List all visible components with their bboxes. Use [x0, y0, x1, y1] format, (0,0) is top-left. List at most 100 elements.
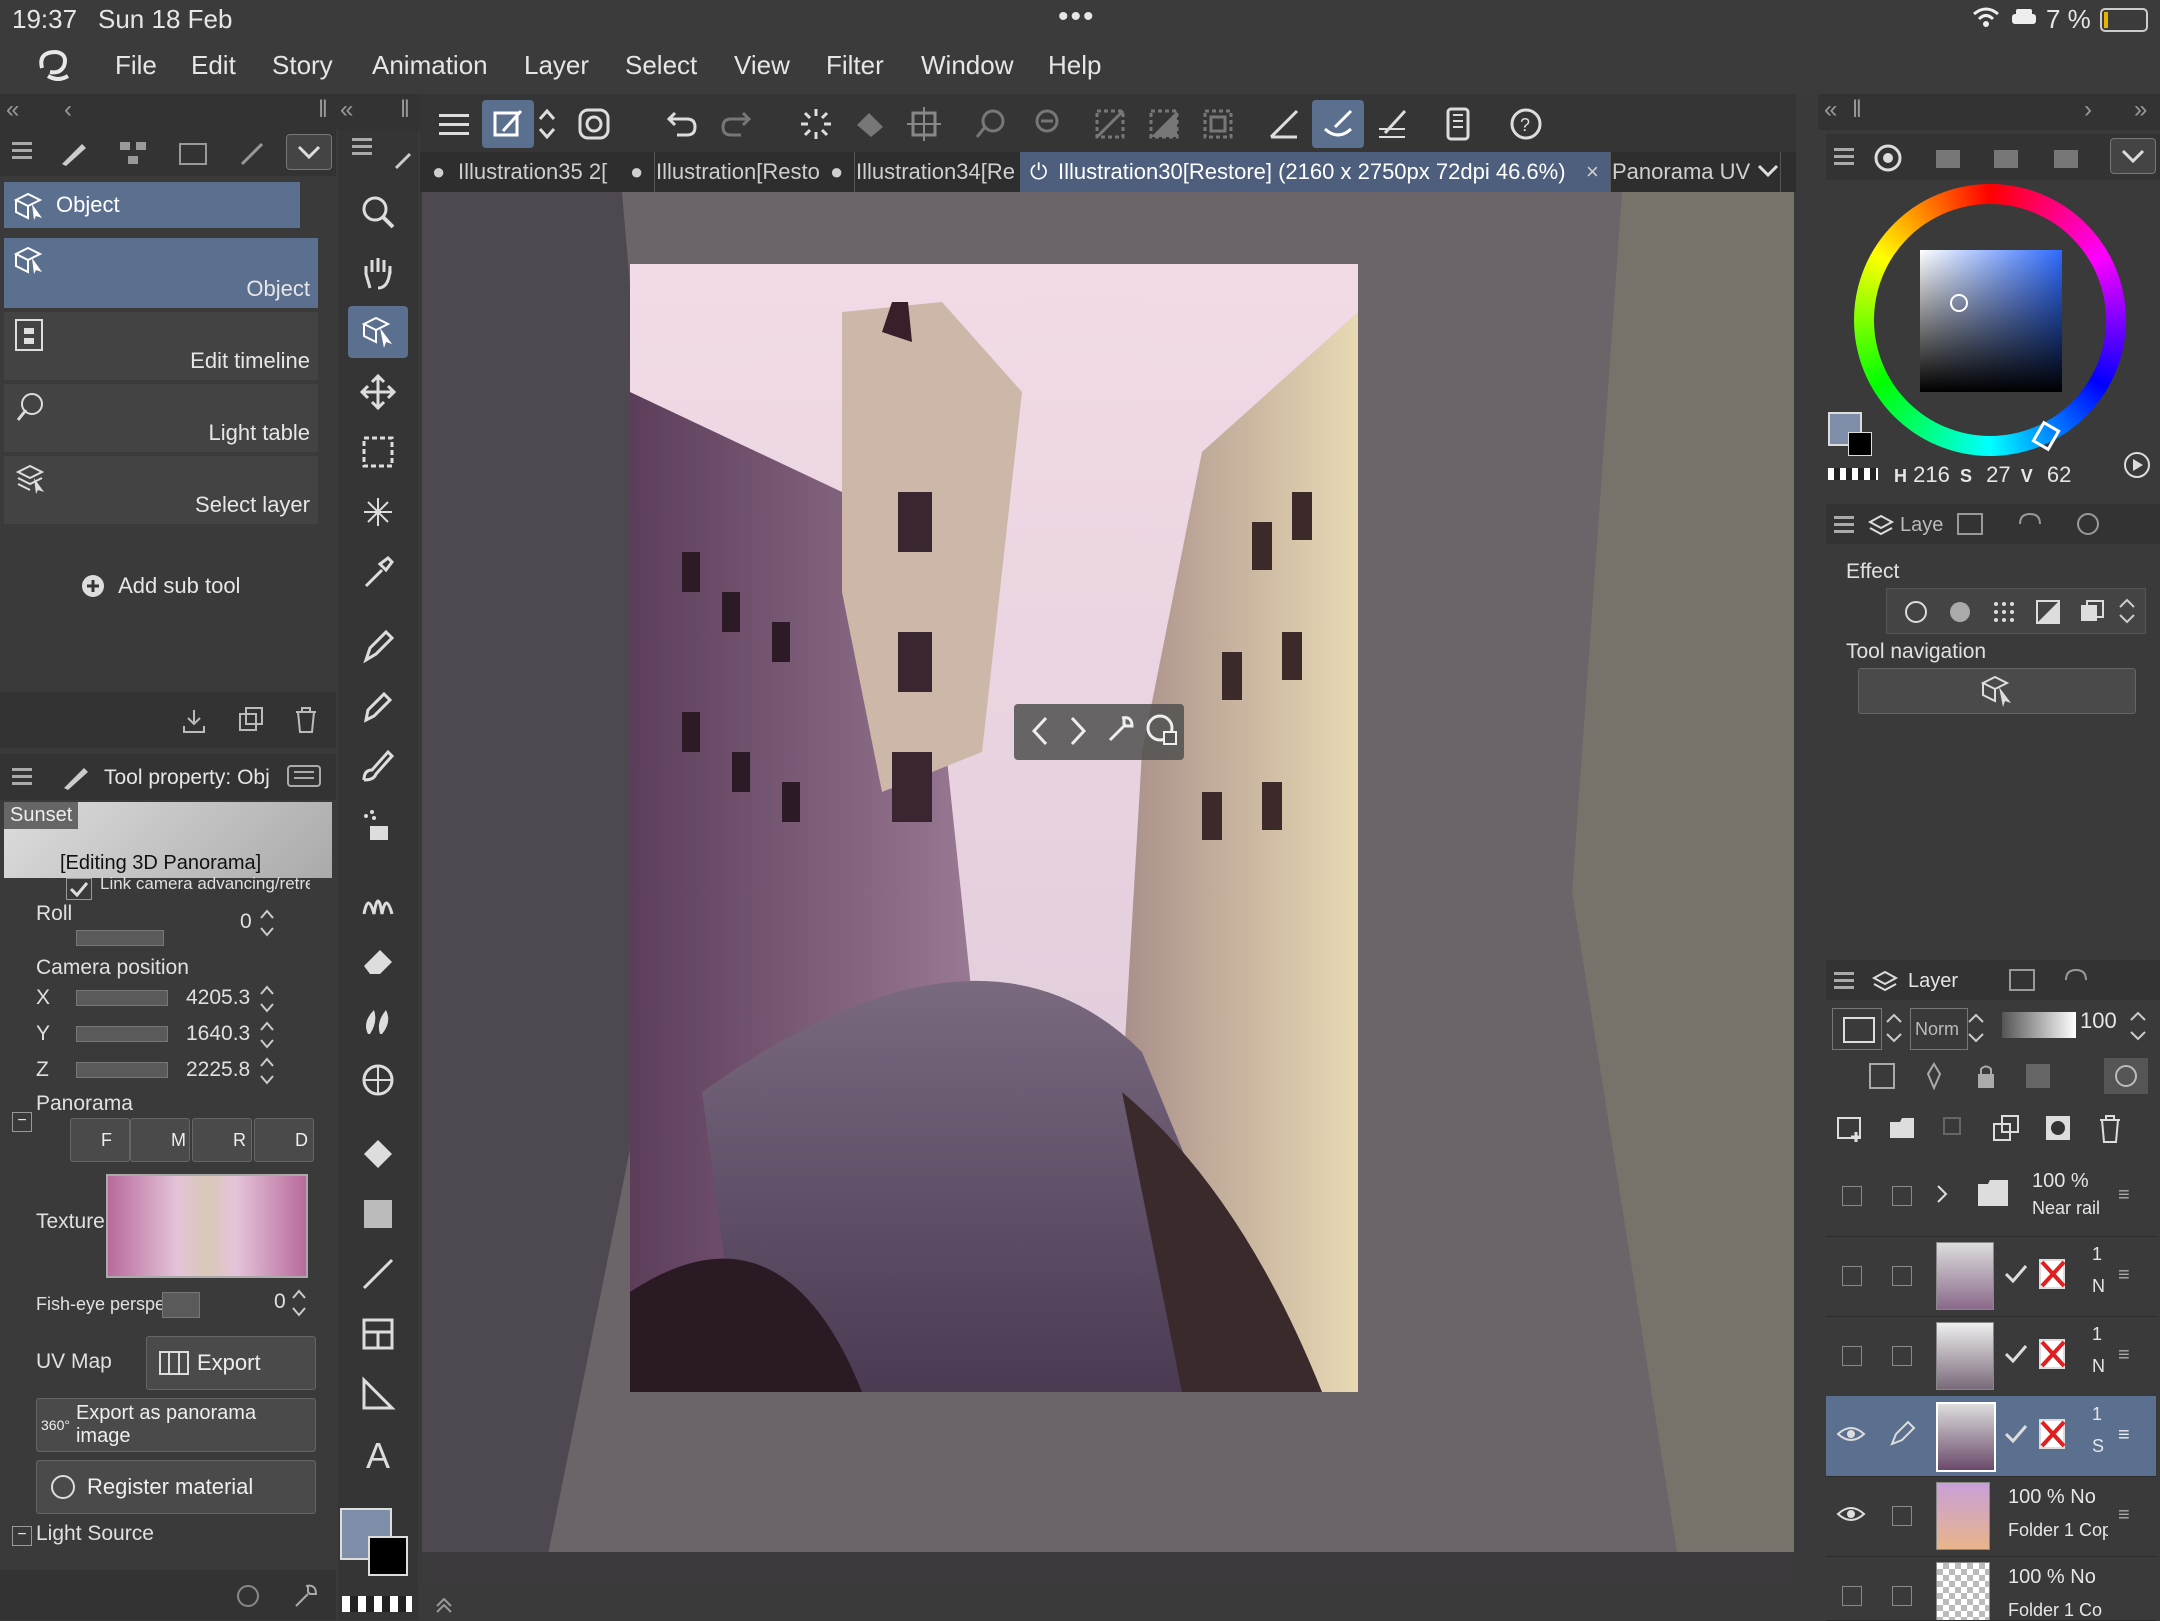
- drag-handle-icon[interactable]: ≡: [2118, 1504, 2130, 1527]
- blend-mode-select[interactable]: Norm: [1910, 1008, 1968, 1050]
- subtool-item-select-layer[interactable]: Select layer: [4, 456, 318, 524]
- color-set-tab-icon[interactable]: [1992, 144, 2020, 172]
- menu-file[interactable]: File: [115, 50, 157, 81]
- menu-filter[interactable]: Filter: [826, 50, 884, 81]
- next-arrow-icon[interactable]: [1066, 714, 1090, 748]
- canvas-area[interactable]: [422, 192, 1794, 1584]
- multitask-dots-icon[interactable]: •••: [1058, 0, 1096, 34]
- layer-tab-icon[interactable]: [1870, 966, 1900, 996]
- z-value[interactable]: 2225.8: [186, 1058, 250, 1082]
- clip-studio-icon[interactable]: [568, 100, 620, 148]
- edit-target-toggle[interactable]: [1892, 1186, 1912, 1206]
- selection-tool-icon[interactable]: [348, 426, 408, 478]
- menu-view[interactable]: View: [734, 50, 790, 81]
- fill-tool-icon[interactable]: [348, 1128, 408, 1180]
- chevron-right-icon[interactable]: ›: [2084, 96, 2092, 124]
- visibility-toggle[interactable]: [1842, 1346, 1862, 1366]
- layer-color-toggle[interactable]: [1832, 1008, 1882, 1050]
- pen-edit-icon[interactable]: [1888, 1420, 1916, 1448]
- panorama-front-button[interactable]: F: [70, 1118, 130, 1162]
- sub-color-chip[interactable]: [1848, 432, 1872, 456]
- folder-tab-icon[interactable]: [178, 138, 208, 168]
- clipping-icon[interactable]: [1868, 1062, 1896, 1090]
- layer-tab-label[interactable]: Layer: [1908, 970, 1958, 993]
- history-tab-icon[interactable]: [2016, 512, 2044, 536]
- expand-up-icon[interactable]: [434, 1594, 454, 1614]
- layer-stack-icon[interactable]: [2079, 599, 2105, 625]
- selection-border-icon[interactable]: [1192, 100, 1244, 148]
- stepper-icon[interactable]: [290, 1286, 308, 1320]
- brush-tab-icon[interactable]: [238, 138, 268, 168]
- drag-handle-icon[interactable]: ≡: [2118, 1424, 2130, 1447]
- move-tool-icon[interactable]: [348, 366, 408, 418]
- updown-chevron-icon[interactable]: [532, 100, 562, 148]
- eye-icon[interactable]: [1836, 1422, 1866, 1446]
- menu-help[interactable]: Help: [1048, 50, 1101, 81]
- duplicate-icon[interactable]: [236, 706, 264, 734]
- roll-value[interactable]: 0: [240, 910, 252, 934]
- transfer-down-icon[interactable]: [1940, 1114, 1970, 1144]
- expand-right-icon[interactable]: »: [2134, 96, 2147, 124]
- visibility-toggle[interactable]: [1842, 1186, 1862, 1206]
- pen-tool-icon[interactable]: [348, 620, 408, 672]
- auto-action-tab-icon[interactable]: [2062, 968, 2090, 992]
- lock-icon[interactable]: [1972, 1062, 2000, 1090]
- transform-icon[interactable]: [898, 100, 950, 148]
- brush-tool-icon[interactable]: [348, 740, 408, 792]
- menu-layer[interactable]: Layer: [524, 50, 589, 81]
- folder-expand-chevron-icon[interactable]: [1934, 1182, 1950, 1206]
- layer-color-icon[interactable]: [2035, 599, 2061, 625]
- chevron-left-icon[interactable]: ‹: [64, 96, 72, 124]
- updown-chevron-icon[interactable]: [1966, 1008, 1986, 1048]
- border-effect-icon[interactable]: [1903, 599, 1929, 625]
- animation-tab-icon[interactable]: [1956, 512, 1984, 536]
- lasso-2-icon[interactable]: [1018, 100, 1070, 148]
- fisheye-slider[interactable]: [162, 1292, 200, 1318]
- collapse-left-icon[interactable]: «: [6, 96, 19, 124]
- layer-row-folder[interactable]: 100 % Near rail ≡: [1826, 1156, 2156, 1237]
- figure-tool-icon[interactable]: [348, 1054, 408, 1106]
- gradient-tool-icon[interactable]: [348, 1188, 408, 1240]
- layer-row-3d-selected[interactable]: 1 S ≡: [1826, 1396, 2156, 1477]
- stepper-icon[interactable]: [258, 982, 276, 1016]
- panel-menu-icon[interactable]: [1834, 514, 1854, 534]
- link-camera-checkbox[interactable]: [66, 878, 92, 900]
- extract-line-icon[interactable]: [1947, 599, 1973, 625]
- color-wheel-tab-icon[interactable]: [1874, 144, 1902, 172]
- tool-navigation-object-button[interactable]: [1858, 668, 2136, 714]
- hierarchy-tab-icon[interactable]: [118, 138, 148, 168]
- select-none-icon[interactable]: [1084, 100, 1136, 148]
- info-tab-icon[interactable]: [2074, 512, 2102, 536]
- roll-slider[interactable]: [76, 930, 164, 946]
- tab-illustration30-active[interactable]: ⏻ Illustration30[Restore] (2160 x 2750px …: [1020, 152, 1611, 192]
- frame-tool-icon[interactable]: [348, 1308, 408, 1360]
- updown-chevron-icon[interactable]: [2117, 595, 2137, 627]
- drag-handle-icon[interactable]: ‖: [1852, 96, 1862, 124]
- y-value[interactable]: 1640.3: [186, 1022, 250, 1046]
- color-dropdown-chevron-icon[interactable]: [2110, 138, 2156, 174]
- previous-arrow-icon[interactable]: [1028, 714, 1052, 748]
- subtool-item-light-table[interactable]: Light table: [4, 384, 318, 452]
- fill-icon[interactable]: [844, 100, 896, 148]
- decoration-tool-icon[interactable]: [348, 874, 408, 926]
- layer-row-folder-copy-2[interactable]: 100 % No Folder 1 Co: [1826, 1556, 2156, 1621]
- lock-transparent-icon[interactable]: [2024, 1062, 2052, 1090]
- menu-animation[interactable]: Animation: [372, 50, 488, 81]
- panel-menu-icon[interactable]: [352, 136, 372, 156]
- panel-menu-icon[interactable]: [1834, 146, 1854, 166]
- undo-icon[interactable]: [656, 100, 708, 148]
- special-ruler-snap-icon[interactable]: [1312, 100, 1364, 148]
- hamburger-menu-icon[interactable]: [428, 100, 480, 148]
- eye-icon[interactable]: [1836, 1502, 1866, 1526]
- edit-mode-icon[interactable]: [482, 100, 534, 148]
- lasso-icon[interactable]: [964, 100, 1016, 148]
- delete-layer-icon[interactable]: [2096, 1114, 2126, 1144]
- reference-layer-icon[interactable]: [1920, 1062, 1948, 1090]
- create-mask-icon[interactable]: [2044, 1114, 2074, 1144]
- menu-story[interactable]: Story: [272, 50, 333, 81]
- subtool-item-object[interactable]: Object: [4, 238, 318, 308]
- z-slider[interactable]: [76, 1062, 168, 1078]
- sub-color-swatch[interactable]: [368, 1536, 408, 1576]
- wrench-icon[interactable]: [290, 1582, 318, 1610]
- initialize-icon[interactable]: [234, 1582, 262, 1610]
